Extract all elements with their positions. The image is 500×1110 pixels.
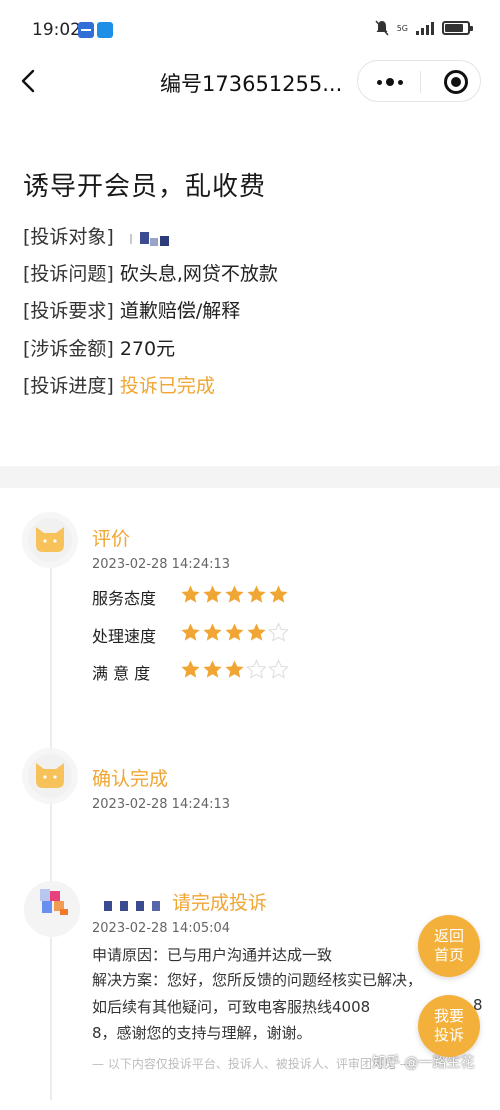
solution-line-2: 如后续有其他疑问，可致电客服热线4008 bbox=[92, 998, 371, 1016]
star-filled-icon bbox=[225, 585, 244, 603]
info-row-progress: [投诉进度] 投诉已完成 bbox=[23, 371, 215, 398]
stars-satisfaction bbox=[180, 659, 289, 680]
back-home-label-1: 返回 bbox=[433, 927, 464, 945]
star-filled-icon bbox=[203, 585, 222, 603]
info-row-issue: [投诉问题] 砍头息,网贷不放款 bbox=[23, 259, 278, 286]
cat-icon bbox=[36, 527, 64, 552]
info-value: 270元 bbox=[119, 338, 176, 360]
info-row-amount: [涉诉金额] 270元 bbox=[23, 334, 175, 361]
battery-icon bbox=[442, 21, 473, 35]
star-filled-icon bbox=[247, 585, 266, 603]
info-row-target: [投诉对象] bbox=[23, 222, 174, 249]
file-complaint-label-1: 我要 bbox=[433, 1007, 464, 1025]
info-label: [投诉要求] bbox=[23, 300, 114, 322]
star-empty-icon bbox=[268, 622, 289, 642]
star-filled-icon bbox=[269, 585, 288, 603]
redacted-avatar bbox=[24, 881, 80, 937]
star-filled-icon bbox=[181, 660, 200, 678]
signal-icon bbox=[416, 21, 434, 35]
progress-status: 投诉已完成 bbox=[119, 375, 215, 397]
evaluation-title: 评价 bbox=[92, 528, 131, 550]
status-indicators: 5G bbox=[375, 20, 473, 36]
section-divider bbox=[0, 466, 500, 488]
star-filled-icon bbox=[247, 623, 266, 641]
close-miniprogram-icon[interactable] bbox=[444, 70, 468, 94]
status-time: 19:02 bbox=[32, 20, 81, 40]
apply-title: 请完成投诉 bbox=[172, 892, 268, 914]
capsule-divider bbox=[420, 71, 421, 93]
evaluation-time: 2023-02-28 14:24:13 bbox=[92, 557, 231, 572]
info-value: 砍头息,网贷不放款 bbox=[119, 263, 278, 285]
timeline-node-confirm bbox=[22, 748, 78, 804]
chevron-left-icon[interactable] bbox=[14, 66, 44, 96]
more-dots-icon[interactable] bbox=[374, 72, 406, 92]
info-value: 道歉赔偿/解释 bbox=[119, 300, 241, 322]
status-bar: 19:02 5G bbox=[0, 0, 500, 60]
file-complaint-button[interactable]: 我要 投诉 bbox=[418, 995, 480, 1057]
star-filled-icon bbox=[181, 623, 200, 641]
confirm-time: 2023-02-28 14:24:13 bbox=[92, 797, 231, 812]
back-home-button[interactable]: 返回 首页 bbox=[418, 915, 480, 977]
page-title: 编号173651255... bbox=[160, 72, 343, 96]
star-filled-icon bbox=[181, 585, 200, 603]
star-filled-icon bbox=[225, 623, 244, 641]
rating-label-satisfaction: 满 意 度 bbox=[92, 664, 151, 683]
rating-label-speed: 处理速度 bbox=[92, 627, 157, 646]
file-complaint-label-2: 投诉 bbox=[433, 1026, 464, 1044]
star-empty-icon bbox=[246, 659, 267, 679]
solution-line-1: 解决方案：您好，您所反馈的问题经核实已解决， bbox=[92, 971, 423, 989]
info-label: [投诉进度] bbox=[23, 375, 114, 397]
back-home-label-2: 首页 bbox=[433, 946, 464, 964]
redacted-company-name bbox=[102, 897, 172, 913]
miniprogram-capsule bbox=[357, 60, 481, 102]
info-label: [涉诉金额] bbox=[23, 338, 114, 360]
apply-reason: 申请原因：已与用户沟通并达成一致 bbox=[92, 946, 333, 964]
redacted-target-name bbox=[128, 228, 174, 248]
star-filled-icon bbox=[203, 660, 222, 678]
rating-label-service: 服务态度 bbox=[92, 589, 157, 608]
apply-time: 2023-02-28 14:05:04 bbox=[92, 921, 231, 936]
solution-line-3: 8，感谢您的支持与理解，谢谢。 bbox=[92, 1024, 312, 1042]
network-type-label: 5G bbox=[396, 23, 408, 33]
info-label: [投诉问题] bbox=[23, 263, 114, 285]
mute-bell-icon bbox=[375, 20, 389, 36]
info-row-demand: [投诉要求] 道歉赔偿/解释 bbox=[23, 296, 240, 323]
info-label: [投诉对象] bbox=[23, 226, 114, 248]
visibility-note: — 以下内容仅投诉平台、投诉人、被投诉人、评审团可见 — bbox=[92, 1057, 412, 1071]
star-filled-icon bbox=[225, 660, 244, 678]
app-notification-icon bbox=[78, 22, 94, 38]
stars-speed bbox=[180, 622, 289, 643]
timeline-line bbox=[50, 560, 52, 1100]
star-empty-icon bbox=[268, 659, 289, 679]
complaint-title: 诱导开会员，乱收费 bbox=[23, 172, 267, 202]
confirm-title: 确认完成 bbox=[92, 768, 169, 790]
browser-notification-icon bbox=[97, 22, 113, 38]
cat-icon bbox=[36, 763, 64, 788]
timeline-node-evaluation bbox=[22, 512, 78, 568]
nav-bar: 编号173651255... bbox=[0, 60, 500, 106]
star-filled-icon bbox=[203, 623, 222, 641]
stars-service bbox=[180, 584, 289, 605]
